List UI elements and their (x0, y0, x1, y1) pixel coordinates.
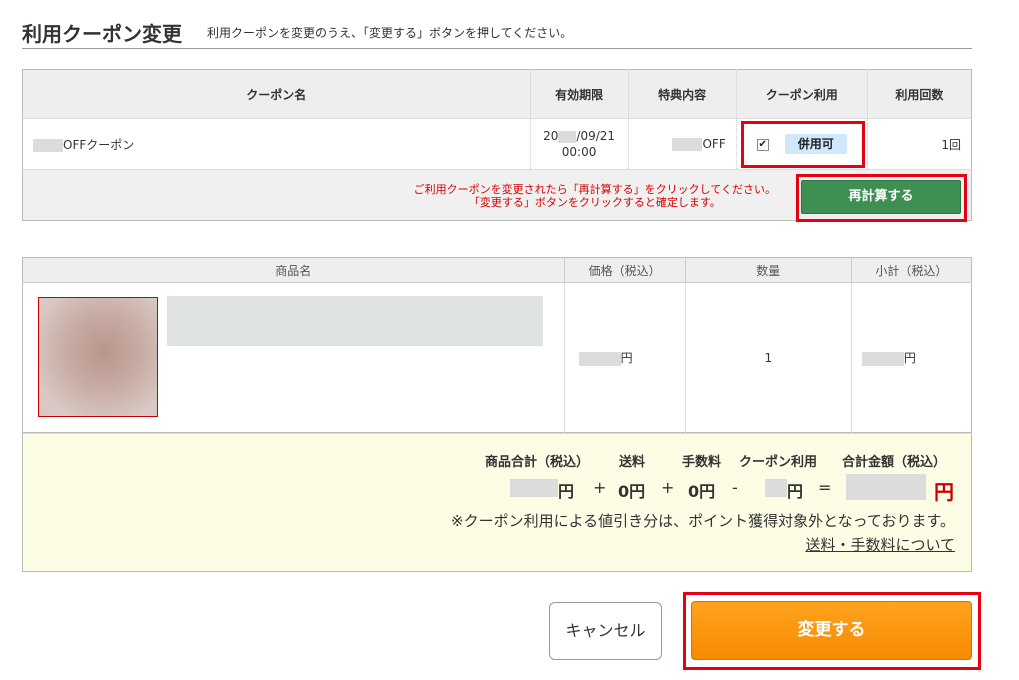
recalc-message-line-2: 「変更する」ボタンをクリックすると確定します。 (468, 196, 721, 209)
product-quantity: 1 (684, 282, 852, 433)
goods-total-masked (510, 479, 558, 497)
expiry-prefix: 20 (543, 129, 559, 143)
product-price-cell: 円 (563, 282, 686, 433)
shipping-fee-link[interactable]: 送料・手数料について (805, 534, 955, 555)
label-grand-total: 合計金額（税込） (842, 455, 947, 470)
product-thumbnail[interactable] (38, 297, 158, 417)
op-equals: = (818, 478, 832, 497)
coupon-use-count: 1回 (866, 118, 972, 170)
change-button[interactable]: 変更する (691, 601, 972, 660)
label-shipping: 送料 (619, 455, 646, 470)
recalc-row-container: ご利用クーポンを変更されたら「再計算する」をクリックしてください。 「変更する」… (22, 169, 972, 222)
header-expiry: 有効期限 (529, 69, 629, 119)
coupon-use-cell: ✔ 併用可 (735, 118, 868, 170)
header-coupon-use: クーポン利用 (735, 69, 868, 119)
coupon-table-header: クーポン名 有効期限 特典内容 クーポン利用 利用回数 (22, 69, 972, 119)
product-table: 商品名 価格（税込） 数量 小計（税込） 円 1 円 (22, 257, 972, 433)
order-summary: 商品合計（税込） 送料 手数料 クーポン利用 合計金額（税込） 円 + 0円 +… (22, 433, 972, 572)
header-quantity: 数量 (684, 257, 852, 283)
combo-badge: 併用可 (784, 134, 847, 154)
header-use-count: 利用回数 (866, 69, 972, 119)
expiry-time: 00:00 (561, 145, 597, 159)
product-name-masked[interactable] (167, 296, 543, 346)
coupon-table: クーポン名 有効期限 特典内容 クーポン利用 利用回数 OFFクーポン 20/0… (22, 69, 972, 222)
label-goods-total: 商品合計（税込） (485, 455, 590, 470)
page-subtitle: 利用クーポンを変更のうえ、「変更する」ボタンを押してください。 (207, 26, 573, 40)
header-coupon-name: クーポン名 (22, 69, 531, 119)
recalc-button[interactable]: 再計算する (801, 180, 961, 214)
page-title: 利用クーポン変更 (22, 22, 182, 46)
grand-total-masked (846, 474, 926, 500)
op-minus: - (732, 478, 738, 497)
op-plus-2: + (661, 478, 675, 497)
shipping-value: 0円 (618, 482, 646, 501)
point-note: ※クーポン利用による値引き分は、ポイント獲得対象外となっております。 (451, 512, 955, 530)
coupon-benefit-cell: OFF (627, 118, 737, 170)
subtotal-unit: 円 (903, 351, 916, 365)
coupon-name-suffix: OFFクーポン (63, 137, 135, 152)
coupon-amount-masked (765, 479, 787, 497)
coupon-row: OFFクーポン 20/09/21 00:00 OFF ✔ 併用可 1回 (22, 118, 972, 170)
subtotal-masked (861, 351, 904, 366)
expiry-year-masked (558, 130, 577, 143)
fee-value: 0円 (688, 482, 716, 501)
label-coupon-use: クーポン利用 (739, 455, 818, 470)
coupon-name-masked (33, 138, 63, 152)
benefit-amount-masked (672, 138, 703, 151)
expiry-date-suffix: /09/21 (576, 129, 616, 143)
product-row: 円 1 円 (23, 282, 972, 433)
recalc-message: ご利用クーポンを変更されたら「再計算する」をクリックしてください。 「変更する」… (414, 183, 776, 209)
label-fee: 手数料 (682, 455, 722, 470)
price-masked (578, 351, 621, 366)
header-price: 価格（税込） (563, 257, 686, 283)
page-header: 利用クーポン変更 利用クーポンを変更のうえ、「変更する」ボタンを押してください。 (22, 12, 972, 49)
benefit-suffix: OFF (702, 137, 726, 151)
coupon-expiry-cell: 20/09/21 00:00 (529, 118, 629, 170)
op-plus-1: + (593, 478, 607, 497)
coupon-use-checkbox[interactable]: ✔ (756, 139, 769, 151)
recalc-row: ご利用クーポンを変更されたら「再計算する」をクリックしてください。 「変更する」… (22, 169, 972, 222)
product-name-cell (23, 283, 565, 433)
product-subtotal-cell: 円 (850, 282, 972, 433)
header-product-name: 商品名 (22, 257, 565, 283)
cancel-button[interactable]: キャンセル (549, 602, 662, 660)
price-unit: 円 (620, 351, 633, 365)
header-subtotal: 小計（税込） (850, 257, 972, 283)
grand-total-unit: 円 (934, 480, 954, 504)
recalc-message-line-1: ご利用クーポンを変更されたら「再計算する」をクリックしてください。 (413, 183, 776, 196)
header-benefit: 特典内容 (627, 69, 737, 119)
product-table-header: 商品名 価格（税込） 数量 小計（税込） (22, 257, 972, 283)
coupon-amount-unit: 円 (787, 482, 804, 501)
goods-total-unit: 円 (558, 482, 575, 501)
coupon-name-cell: OFFクーポン (22, 118, 531, 170)
